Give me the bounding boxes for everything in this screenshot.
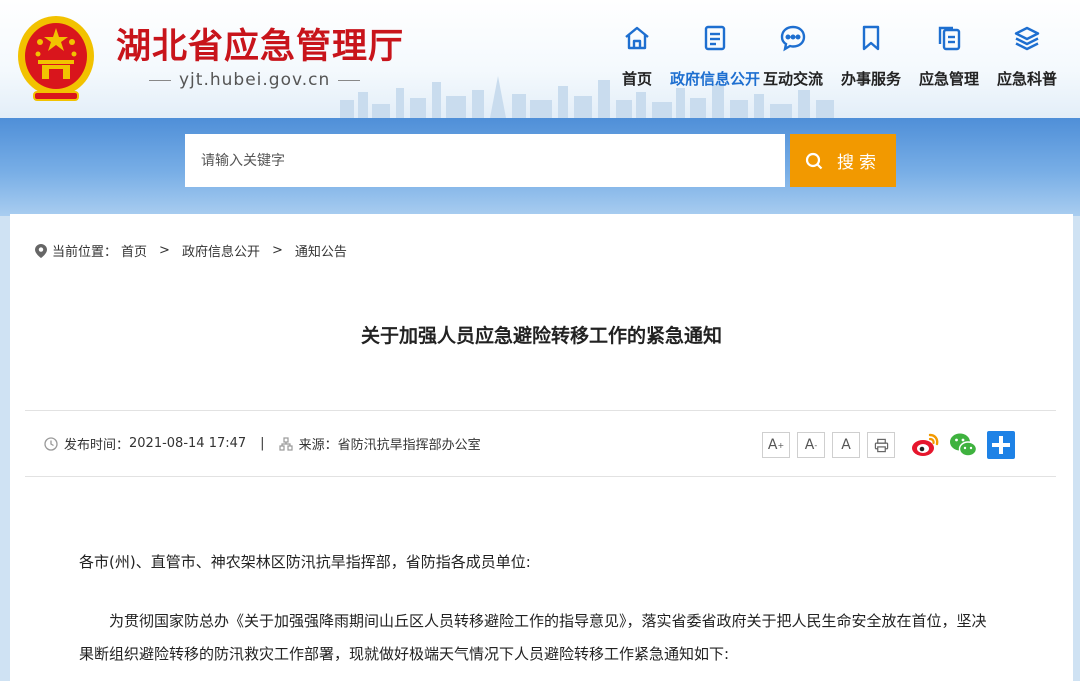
nav-label: 首页 [621, 70, 652, 88]
source-label: 来源： [298, 438, 338, 453]
article-meta: 发布时间： 2021-08-14 17:47 | 来源： 省防汛抗旱指挥部办公室 [44, 434, 481, 453]
search-icon [805, 152, 823, 169]
breadcrumb: 当前位置： 首页 > 政府信息公开 > 通知公告 [35, 241, 351, 260]
print-button[interactable] [867, 432, 895, 458]
font-large-label: A [767, 437, 778, 453]
wechat-icon[interactable] [948, 430, 978, 460]
organization-icon [278, 436, 293, 451]
print-icon [874, 438, 888, 452]
clock-icon [44, 436, 58, 451]
copy-document-icon [938, 26, 961, 51]
publish-time-label: 发布时间： [64, 438, 130, 453]
search-input[interactable] [185, 134, 785, 187]
nav-label: 办事服务 [840, 70, 901, 88]
article-title: 关于加强人员应急避险转移工作的紧急通知 [360, 325, 722, 347]
font-large-button[interactable]: A + [762, 432, 790, 458]
search-button-label: 搜索 [837, 153, 881, 173]
layers-icon [1014, 26, 1040, 51]
nav-label: 应急科普 [996, 70, 1057, 88]
article-salutation: 各市(州)、直管市、神农架林区防汛抗旱指挥部，省防指各成员单位: [79, 553, 531, 571]
divider [25, 476, 1056, 477]
nav-label: 应急管理 [918, 70, 979, 88]
home-icon [625, 26, 649, 50]
divider [25, 410, 1056, 411]
nav-home[interactable]: 首页 [598, 24, 676, 89]
publish-time: 2021-08-14 17:47 [129, 436, 247, 451]
national-emblem-icon [18, 16, 94, 101]
chat-bubble-icon [780, 25, 806, 52]
font-medium-label: A [804, 437, 815, 453]
search-button[interactable]: 搜索 [790, 134, 896, 187]
nav-services[interactable]: 办事服务 [832, 24, 910, 89]
search-band: 搜索 [0, 118, 1080, 216]
main-nav: 首页 政府信息公开 互动交流 办事服务 应急管理 应急科普 [598, 24, 1066, 89]
nav-label: 政府信息公开 [670, 70, 761, 88]
nav-emergency-management[interactable]: 应急管理 [910, 24, 988, 89]
nav-science[interactable]: 应急科普 [988, 24, 1066, 89]
article-paragraph: 为贯彻国家防总办《关于加强强降雨期间山丘区人员转移避险工作的指导意见》，落实省委… [79, 612, 987, 663]
minus-icon: - [814, 440, 818, 450]
breadcrumb-gov-info[interactable]: 政府信息公开 [182, 241, 260, 260]
weibo-icon[interactable] [910, 430, 940, 460]
breadcrumb-separator: > [159, 243, 170, 258]
plus-icon: + [777, 440, 785, 450]
font-small-button[interactable]: A [832, 432, 860, 458]
share-plus-icon[interactable] [986, 430, 1016, 460]
article-panel: 当前位置： 首页 > 政府信息公开 > 通知公告 关于加强人员应急避险转移工作的… [10, 214, 1073, 681]
site-domain: yjt.hubei.gov.cn [141, 70, 368, 90]
article-tools: A + A- A [762, 430, 1016, 460]
source: 省防汛抗旱指挥部办公室 [337, 438, 481, 453]
font-small-label: A [841, 437, 851, 453]
meta-separator: | [260, 436, 265, 451]
breadcrumb-label: 当前位置： [52, 245, 118, 260]
nav-label: 互动交流 [762, 70, 823, 88]
site-header: 湖北省应急管理厅 yjt.hubei.gov.cn 首页 政府信息公开 互动交流 [0, 0, 1080, 118]
breadcrumb-notices[interactable]: 通知公告 [295, 241, 347, 260]
location-pin-icon [35, 243, 47, 258]
breadcrumb-separator: > [271, 243, 283, 258]
breadcrumb-home[interactable]: 首页 [121, 241, 147, 260]
document-list-icon [704, 25, 726, 51]
site-title[interactable]: 湖北省应急管理厅 [116, 18, 404, 69]
nav-interaction[interactable]: 互动交流 [754, 24, 832, 89]
nav-gov-info[interactable]: 政府信息公开 [670, 24, 760, 89]
bookmark-icon [862, 25, 880, 51]
font-medium-button[interactable]: A- [797, 432, 825, 458]
